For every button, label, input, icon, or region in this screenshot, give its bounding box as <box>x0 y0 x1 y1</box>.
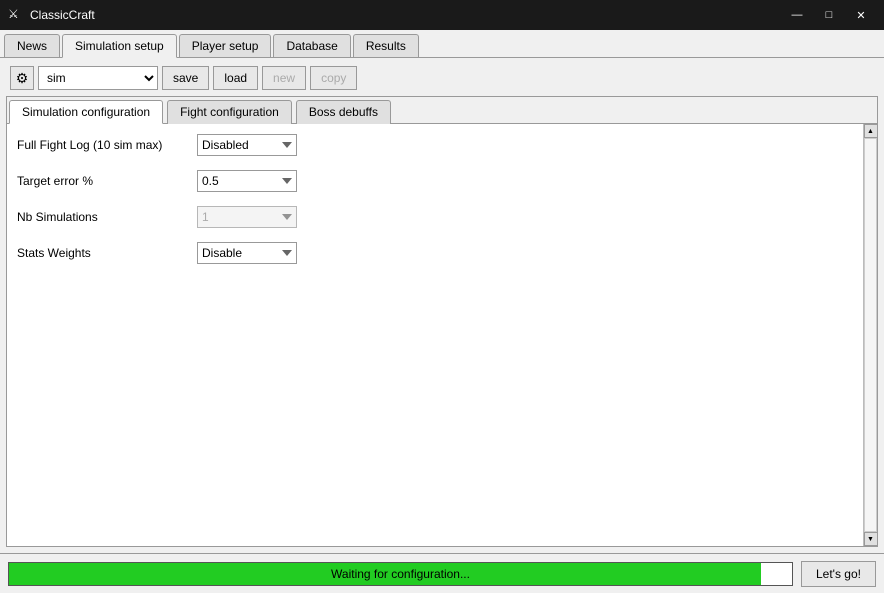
right-scrollbar[interactable]: ▲ ▼ <box>863 124 877 546</box>
form-row-target-error: Target error % 0.5 1.0 1.5 <box>17 170 853 192</box>
gear-button[interactable]: ⚙ <box>10 66 34 90</box>
maximize-button[interactable]: □ <box>814 5 844 25</box>
tab-player-setup[interactable]: Player setup <box>179 34 272 57</box>
title-bar-left: ⚔ ClassicCraft <box>8 7 95 23</box>
form-row-stats-weights: Stats Weights Disable Enable <box>17 242 853 264</box>
load-button[interactable]: load <box>213 66 258 90</box>
progress-bar-container: Waiting for configuration... <box>8 562 793 586</box>
close-button[interactable]: ✕ <box>846 5 876 25</box>
app-title: ClassicCraft <box>30 8 95 22</box>
title-bar: ⚔ ClassicCraft — □ ✕ <box>0 0 884 30</box>
tab-news[interactable]: News <box>4 34 60 57</box>
main-window: News Simulation setup Player setup Datab… <box>0 30 884 593</box>
lets-go-button[interactable]: Let's go! <box>801 561 876 587</box>
scroll-up-button[interactable]: ▲ <box>864 124 878 138</box>
nb-simulations-label: Nb Simulations <box>17 210 187 224</box>
toolbar-row: ⚙ sim save load new copy <box>6 64 878 92</box>
stats-weights-label: Stats Weights <box>17 246 187 260</box>
panel-tab-boss-debuffs[interactable]: Boss debuffs <box>296 100 391 124</box>
form-row-full-fight-log: Full Fight Log (10 sim max) Disabled Ena… <box>17 134 853 156</box>
progress-bar-text: Waiting for configuration... <box>9 563 792 585</box>
minimize-button[interactable]: — <box>782 5 812 25</box>
panel-tab-fight-config[interactable]: Fight configuration <box>167 100 292 124</box>
profile-select[interactable]: sim <box>38 66 158 90</box>
bottom-bar: Waiting for configuration... Let's go! <box>0 553 884 593</box>
scroll-down-button[interactable]: ▼ <box>864 532 878 546</box>
target-error-select[interactable]: 0.5 1.0 1.5 <box>197 170 297 192</box>
tab-results[interactable]: Results <box>353 34 419 57</box>
app-icon: ⚔ <box>8 7 24 23</box>
stats-weights-select[interactable]: Disable Enable <box>197 242 297 264</box>
save-button[interactable]: save <box>162 66 209 90</box>
form-row-nb-simulations: Nb Simulations 1 5 10 <box>17 206 853 228</box>
nb-simulations-select[interactable]: 1 5 10 <box>197 206 297 228</box>
panel-tabs: Simulation configuration Fight configura… <box>7 97 877 124</box>
full-fight-log-label: Full Fight Log (10 sim max) <box>17 138 187 152</box>
copy-button[interactable]: copy <box>310 66 357 90</box>
content-area: ⚙ sim save load new copy Simulation conf… <box>0 58 884 553</box>
menu-tabs: News Simulation setup Player setup Datab… <box>0 30 884 58</box>
title-bar-controls: — □ ✕ <box>782 5 876 25</box>
new-button[interactable]: new <box>262 66 306 90</box>
target-error-label: Target error % <box>17 174 187 188</box>
tab-database[interactable]: Database <box>273 34 350 57</box>
full-fight-log-select[interactable]: Disabled Enabled <box>197 134 297 156</box>
panel: Simulation configuration Fight configura… <box>6 96 878 547</box>
panel-content: Full Fight Log (10 sim max) Disabled Ena… <box>7 124 863 546</box>
scroll-track <box>864 138 877 532</box>
panel-tab-simulation-config[interactable]: Simulation configuration <box>9 100 163 124</box>
tab-simulation-setup[interactable]: Simulation setup <box>62 34 177 58</box>
